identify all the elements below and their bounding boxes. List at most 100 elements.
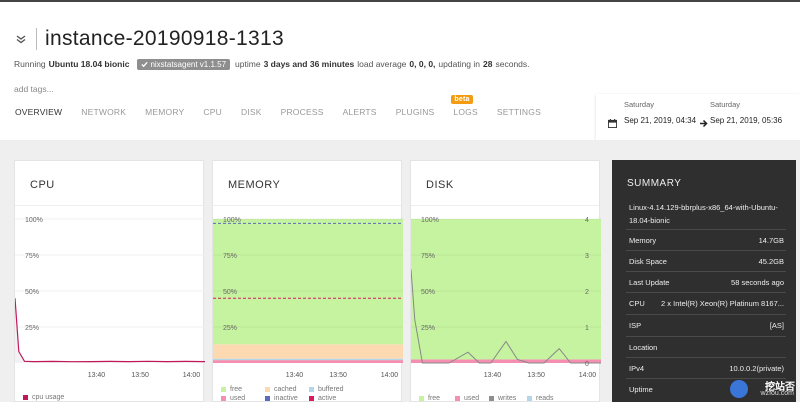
memory-band-used bbox=[213, 360, 403, 363]
summary-row-memory: Memory 14.7GB bbox=[629, 236, 784, 245]
cpu-x-tick: 13:40 bbox=[88, 372, 106, 379]
cpu-x-tick: 13:50 bbox=[131, 372, 149, 379]
cpu-x-tick: 14:00 bbox=[183, 372, 201, 379]
legend-swatch-cpu bbox=[23, 395, 28, 400]
legend-item-disk-free: free bbox=[419, 395, 440, 402]
legend-item-active: active bbox=[309, 395, 336, 402]
to-day: Saturday bbox=[710, 100, 741, 109]
summary-row-location: Location bbox=[629, 343, 784, 352]
summary-value: 58 seconds ago bbox=[731, 278, 784, 287]
memory-x-tick: 13:50 bbox=[329, 372, 347, 379]
page-header: instance-20190918-1313 Running Ubuntu 18… bbox=[14, 26, 530, 94]
disk-x-tick: 13:40 bbox=[484, 372, 502, 379]
disk-band-free bbox=[411, 219, 601, 360]
cpu-chart: 100% 75% 50% 25% 13:40 13:50 14:00 bbox=[15, 217, 205, 379]
memory-x-tick: 14:00 bbox=[381, 372, 399, 379]
summary-label: ISP bbox=[629, 321, 642, 330]
summary-label: CPU bbox=[629, 299, 645, 308]
load-average-value: 0, 0, 0, bbox=[409, 59, 436, 69]
legend-item-inactive: inactive bbox=[265, 395, 298, 402]
uptime-value: 3 days and 36 minutes bbox=[263, 59, 355, 69]
memory-y-tick: 100% bbox=[223, 217, 241, 224]
memory-chart: 100% 75% 50% 25% 13:40 13:50 14:00 bbox=[213, 217, 403, 379]
summary-panel: SUMMARY Linux-4.14.129-bbrplus-x86_64-wi… bbox=[612, 160, 796, 402]
disk-y-tick: 50% bbox=[421, 289, 435, 296]
summary-value: 45.2GB bbox=[758, 257, 784, 266]
legend-item-cached: cached bbox=[265, 386, 297, 393]
chevron-down-icon[interactable] bbox=[14, 32, 28, 46]
legend-item-free: free bbox=[221, 386, 242, 393]
cpu-legend: cpu usage bbox=[23, 394, 64, 401]
top-bar bbox=[0, 0, 800, 2]
summary-value: 14.7GB bbox=[758, 236, 784, 245]
disk-y-right-tick: 1 bbox=[585, 325, 589, 332]
memory-band-cached bbox=[213, 344, 403, 359]
legend-item-reads: reads bbox=[527, 395, 554, 402]
cpu-y-tick: 100% bbox=[25, 217, 43, 224]
summary-row-isp: ISP [AS] bbox=[629, 321, 784, 330]
disk-y-tick: 25% bbox=[421, 325, 435, 332]
cpu-y-tick: 25% bbox=[25, 325, 39, 332]
tab-plugins[interactable]: PLUGINS bbox=[396, 107, 435, 117]
summary-label: Disk Space bbox=[629, 257, 667, 266]
summary-value: 10.0.0.2(private) bbox=[729, 364, 784, 373]
summary-value: [AS] bbox=[769, 321, 784, 330]
arrow-right-icon bbox=[700, 115, 708, 133]
tab-settings[interactable]: SETTINGS bbox=[497, 107, 541, 117]
tab-logs[interactable]: beta LOGS bbox=[451, 95, 478, 117]
memory-card: MEMORY 100% 75% 50% 25% 13:40 13:50 14:00 free… bbox=[212, 160, 403, 402]
memory-y-tick: 25% bbox=[223, 325, 237, 332]
disk-chart: 100% 75% 50% 25% 4 3 2 1 0 13:40 13:50 14:00 bbox=[411, 217, 601, 379]
agent-version-badge: nixstatsagent v1.1.57 bbox=[137, 58, 231, 70]
cpu-card: CPU 100% 75% 50% 25% 13:40 13:50 14:00 cpu usa… bbox=[14, 160, 205, 402]
legend-item-used: used bbox=[221, 395, 245, 402]
memory-y-tick: 75% bbox=[223, 253, 237, 260]
legend-item-writes: writes bbox=[489, 395, 516, 402]
from-date: Sep 21, 2019, 04:34 bbox=[624, 116, 697, 125]
date-range-picker[interactable]: Saturday Saturday Sep 21, 2019, 04:34 Se… bbox=[596, 94, 800, 140]
disk-y-right-tick: 4 bbox=[585, 217, 589, 224]
memory-band-buffered bbox=[213, 358, 403, 361]
os-name: Ubuntu 18.04 bionic bbox=[48, 59, 130, 69]
tab-overview[interactable]: OVERVIEW bbox=[15, 107, 62, 117]
to-date: Sep 21, 2019, 05:36 bbox=[710, 116, 783, 125]
server-status-line: Running Ubuntu 18.04 bionic nixstatsagen… bbox=[14, 58, 530, 70]
summary-row-last-update: Last Update 58 seconds ago bbox=[629, 278, 784, 287]
tab-process[interactable]: PROCESS bbox=[281, 107, 324, 117]
memory-y-tick: 50% bbox=[223, 289, 237, 296]
summary-value: 2 x Intel(R) Xeon(R) Platinum 8167... bbox=[661, 299, 784, 308]
summary-label: Memory bbox=[629, 236, 657, 245]
tab-cpu[interactable]: CPU bbox=[203, 107, 222, 117]
watermark-logo: 挖站否 wzfou.com bbox=[724, 376, 800, 402]
summary-title: SUMMARY bbox=[627, 178, 682, 189]
disk-card: DISK 100% 75% 50% 25% 4 3 2 1 0 13:40 13:50 14:00 f… bbox=[410, 160, 601, 402]
update-countdown: 28 bbox=[483, 59, 493, 69]
page-title: instance-20190918-1313 bbox=[45, 27, 284, 50]
disk-x-tick: 14:00 bbox=[579, 372, 597, 379]
beta-badge: beta bbox=[451, 95, 473, 104]
summary-os-string: Linux-4.14.129-bbrplus-x86_64-with-Ubunt… bbox=[629, 203, 778, 225]
from-day: Saturday bbox=[624, 100, 655, 109]
tab-alerts[interactable]: ALERTS bbox=[343, 107, 377, 117]
cpu-area-series bbox=[15, 298, 205, 363]
add-tags-input[interactable]: add tags... bbox=[14, 84, 530, 94]
tab-memory[interactable]: MEMORY bbox=[145, 107, 184, 117]
title-divider bbox=[36, 28, 37, 50]
summary-label: Last Update bbox=[629, 278, 670, 287]
legend-item-disk-used: used bbox=[455, 395, 479, 402]
summary-label: Location bbox=[629, 343, 658, 352]
globe-icon bbox=[730, 380, 748, 398]
legend-item-buffered: buffered bbox=[309, 386, 344, 393]
summary-row-ipv4: IPv4 10.0.0.2(private) bbox=[629, 364, 784, 373]
cpu-usage-line bbox=[15, 298, 205, 363]
summary-label: Uptime bbox=[629, 385, 653, 394]
tab-disk[interactable]: DISK bbox=[241, 107, 262, 117]
disk-y-right-tick: 2 bbox=[585, 289, 589, 296]
disk-band-used bbox=[411, 359, 601, 363]
summary-row-disk-space: Disk Space 45.2GB bbox=[629, 257, 784, 266]
tab-network[interactable]: NETWORK bbox=[81, 107, 126, 117]
check-icon bbox=[141, 61, 149, 67]
disk-x-tick: 13:50 bbox=[527, 372, 545, 379]
disk-y-right-tick: 0 bbox=[585, 361, 589, 368]
cpu-y-tick: 50% bbox=[25, 289, 39, 296]
